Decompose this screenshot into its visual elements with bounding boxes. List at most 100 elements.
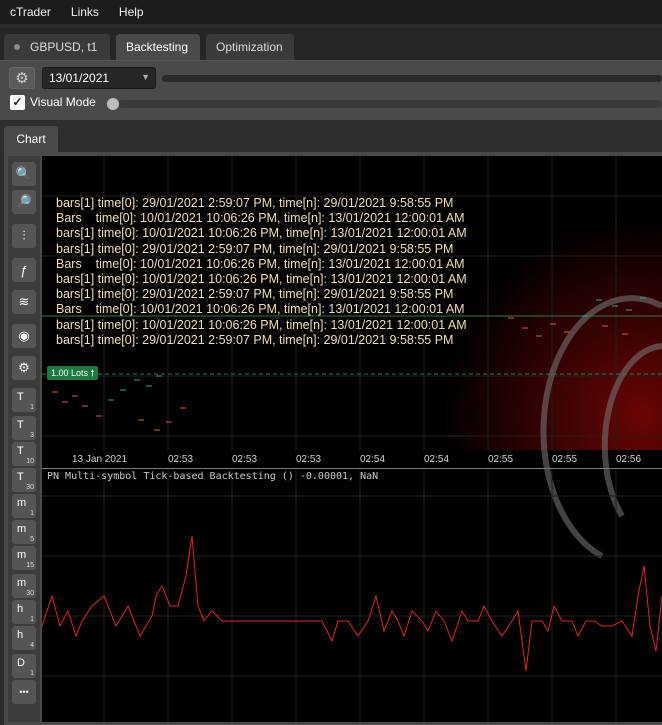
timeframe-letter: m: [17, 523, 27, 535]
time-axis-tick: 13 Jan 2021: [72, 454, 128, 465]
time-axis-tick: 02:53: [232, 454, 258, 465]
status-dot-icon: [14, 44, 20, 50]
more-icon: •••: [19, 687, 29, 697]
timeframe-button-m15[interactable]: m 15: [12, 546, 36, 570]
timeframe-button-D1[interactable]: D1: [12, 654, 36, 678]
top-tabs: GBPUSD, t1 Backtesting Optimization: [0, 28, 662, 60]
timeframe-letter: T: [17, 471, 24, 483]
time-axis-tick: 02:55: [488, 454, 514, 465]
timeframe-button-m30[interactable]: m 30: [12, 574, 36, 598]
indicator-grid: [42, 468, 662, 722]
timeframe-letter: m: [17, 577, 27, 589]
timeframe-number: 30: [26, 484, 34, 491]
backtest-toolbar: ⚙ 13/01/2021 ▼ ✓ Visual Mode: [0, 60, 662, 120]
zoom-out-icon: 🔎: [15, 194, 33, 209]
layers-icon: ≋: [18, 294, 30, 309]
timeframe-button-T3[interactable]: T3: [12, 416, 36, 440]
timeframe-letter: D: [17, 657, 25, 669]
indicator-label: PN Multi-symbol Tick-based Backtesting (…: [47, 471, 379, 482]
time-axis-tick: 02:53: [296, 454, 322, 465]
tab-optimization[interactable]: Optimization: [206, 34, 294, 60]
log-line: Bars time[0]: 10/01/2021 10:06:26 PM, ti…: [56, 302, 465, 317]
timeframe-number: 4: [30, 642, 34, 649]
lots-badge[interactable]: 1.00 Lots 🠕: [47, 366, 99, 380]
timeframe-number: 10: [26, 458, 34, 465]
speed-slider-track[interactable]: [118, 100, 662, 108]
date-select-value: 13/01/2021: [49, 71, 110, 85]
timeframe-number: 1: [30, 404, 34, 411]
menu-ctrader[interactable]: cTrader: [0, 5, 61, 19]
visual-mode-checkbox[interactable]: ✓: [10, 95, 25, 110]
log-line: bars[1] time[0]: 29/01/2021 2:59:07 PM, …: [56, 287, 454, 302]
timeframe-number: 15: [26, 562, 34, 569]
timeframe-button-T30[interactable]: T 30: [12, 468, 36, 492]
log-line: bars[1] time[0]: 29/01/2021 2:59:07 PM, …: [56, 332, 454, 347]
chart-tab-row: Chart: [0, 120, 662, 152]
pane-separator[interactable]: [42, 468, 662, 469]
timeframe-letter: h: [17, 629, 24, 641]
timeframe-number: 1: [30, 670, 34, 677]
timeframe-number: 5: [30, 536, 34, 543]
tab-symbol[interactable]: GBPUSD, t1: [4, 34, 110, 60]
timeframe-number: 3: [30, 432, 34, 439]
time-axis: 13 Jan 2021 02:53 02:53 02:53 02:54 02:54 02:5…: [42, 450, 662, 468]
timeframe-button-m1[interactable]: m1: [12, 494, 36, 518]
timeframe-number: 1: [30, 510, 34, 517]
chart-type-icon: ⫶: [22, 228, 26, 243]
timeframe-letter: m: [17, 549, 27, 561]
zoom-in-icon: 🔍: [15, 166, 33, 181]
chevron-down-icon: ▼: [141, 72, 150, 82]
log-line: bars[1] time[0]: 29/01/2021 2:59:07 PM, …: [56, 196, 454, 210]
log-line: Bars time[0]: 10/01/2021 10:06:26 PM, ti…: [56, 211, 465, 226]
time-axis-tick: 02:53: [168, 454, 194, 465]
tab-symbol-label: GBPUSD, t1: [30, 40, 98, 54]
tab-optimization-label: Optimization: [216, 40, 283, 54]
zoom-in-button[interactable]: 🔍: [12, 162, 36, 186]
progress-slider[interactable]: [162, 75, 662, 82]
tab-chart-label: Chart: [16, 132, 46, 146]
log-line: bars[1] time[0]: 10/01/2021 10:06:26 PM,…: [56, 226, 467, 241]
indicators-button[interactable]: ƒ: [12, 258, 36, 282]
log-line: bars[1] time[0]: 10/01/2021 10:06:26 PM,…: [56, 317, 467, 332]
settings-gear-button[interactable]: ⚙: [9, 67, 35, 89]
date-select[interactable]: 13/01/2021 ▼: [42, 67, 156, 89]
timeframe-button-T1[interactable]: T1: [12, 388, 36, 412]
timeframe-letter: T: [17, 445, 24, 457]
time-axis-tick: 02:54: [424, 454, 450, 465]
settings-button[interactable]: ⚙: [12, 356, 36, 380]
time-axis-tick: 02:54: [360, 454, 386, 465]
timeframe-letter: T: [17, 391, 24, 403]
lots-label: 1.00 Lots: [51, 368, 89, 378]
arrow-up-icon: 🠕: [90, 368, 95, 378]
log-output: bars[1] time[0]: 29/01/2021 2:59:07 PM, …: [56, 196, 467, 348]
time-axis-tick: 02:56: [616, 454, 642, 465]
timeframe-number: 1: [30, 616, 34, 623]
timeframe-button-h1[interactable]: h1: [12, 600, 36, 624]
gear-icon: ⚙: [15, 70, 29, 87]
log-line: bars[1] time[0]: 29/01/2021 2:59:07 PM, …: [56, 241, 454, 256]
visual-mode-label: Visual Mode: [30, 95, 96, 109]
timeframe-letter: m: [17, 497, 27, 509]
chart-type-button[interactable]: ⫶: [12, 224, 36, 248]
eye-icon: ◉: [18, 328, 30, 343]
eye-button[interactable]: ◉: [12, 324, 36, 348]
timeframe-button-m5[interactable]: m5: [12, 520, 36, 544]
timeframe-button-T10[interactable]: T 10: [12, 442, 36, 466]
speed-slider-knob[interactable]: [107, 98, 119, 110]
indicators-icon: ƒ: [20, 262, 28, 278]
tab-backtesting[interactable]: Backtesting: [116, 34, 200, 60]
chart-side-toolbar: 🔍 🔎 ⫶ ƒ ≋ ◉ ⚙ T 1 T 3 T 10 T 30 m 1 m 5 m 15 m 30 h 1 h 4 D 1 •••: [8, 156, 40, 722]
more-button[interactable]: •••: [12, 680, 36, 704]
timeframe-number: 30: [26, 590, 34, 597]
timeframe-button-h4[interactable]: h4: [12, 626, 36, 650]
menu-links[interactable]: Links: [61, 5, 109, 19]
layers-button[interactable]: ≋: [12, 290, 36, 314]
zoom-out-button[interactable]: 🔎: [12, 190, 36, 214]
tab-chart[interactable]: Chart: [4, 126, 58, 152]
time-axis-tick: 02:55: [552, 454, 578, 465]
menubar: cTrader Links Help: [0, 0, 662, 24]
settings-icon: ⚙: [18, 360, 30, 375]
tab-backtesting-label: Backtesting: [126, 40, 189, 54]
timeframe-letter: h: [17, 603, 24, 615]
menu-help[interactable]: Help: [109, 5, 154, 19]
